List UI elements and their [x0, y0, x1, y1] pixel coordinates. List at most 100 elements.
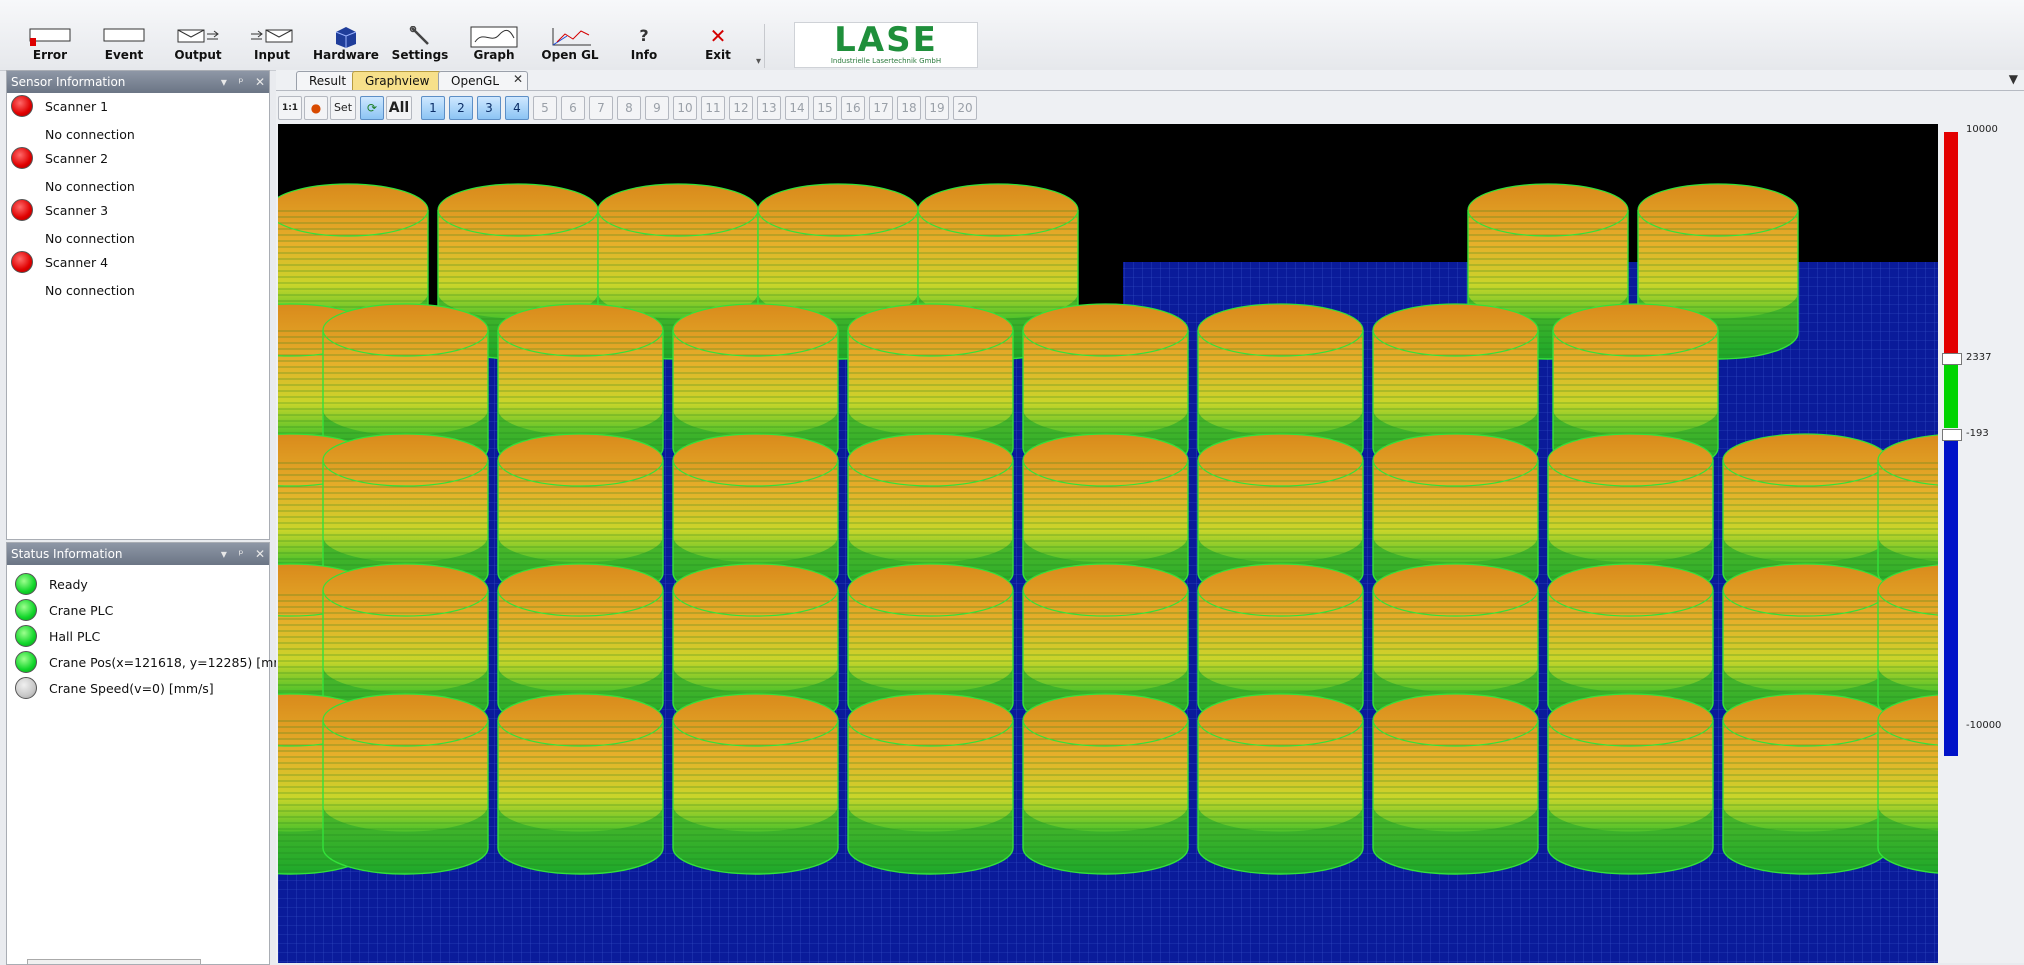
set-label: Set: [333, 101, 353, 114]
tab-close-icon[interactable]: ✕: [513, 72, 523, 86]
channel-button-16[interactable]: 16: [841, 96, 865, 120]
sensor-item-scanner-3: Scanner 3: [7, 199, 267, 223]
panel-controls: ▾ ᵖ ✕: [221, 71, 265, 93]
tab-list-dropdown-icon[interactable]: ▼: [2009, 72, 2018, 86]
status-label: Crane PLC: [49, 603, 114, 618]
channel-button-17[interactable]: 17: [869, 96, 893, 120]
scale-band-high: [1944, 132, 1958, 354]
status-item-crane-speed: Crane Speed(v=0) [mm/s]: [7, 677, 267, 701]
channel-button-13[interactable]: 13: [757, 96, 781, 120]
graphview-visualization[interactable]: [278, 124, 1938, 963]
sensor-item-scanner-1: Scanner 1: [7, 95, 267, 119]
graph-label: Graph: [473, 48, 515, 62]
logo-subtext: Industrielle Lasertechnik GmbH: [830, 57, 942, 65]
status-label: Ready: [49, 577, 88, 592]
all-button[interactable]: All: [386, 96, 412, 120]
error-monitor-icon: [14, 26, 86, 46]
color-scale: 10000 2337 -193 -10000: [1940, 124, 2024, 764]
refresh-button[interactable]: ⟳: [360, 96, 384, 120]
channel-label: 10: [677, 101, 693, 115]
status-dot-green-icon: [15, 599, 37, 621]
status-label: Crane Speed(v=0) [mm/s]: [49, 681, 214, 696]
channel-label: 12: [733, 101, 749, 115]
graph-button[interactable]: Graph: [458, 26, 530, 66]
channel-button-1[interactable]: 1: [421, 96, 445, 120]
toolbar-separator: [764, 24, 765, 68]
toolbar-overflow-icon[interactable]: ▾: [756, 56, 761, 67]
view-controls-bar: 1:1 ● Set ⟳ All 1 2 3 4 5 6 7 8 9 10 11 …: [276, 92, 2024, 122]
coil-shape: [322, 693, 489, 875]
opengl-button[interactable]: Open GL: [534, 26, 606, 66]
channel-button-5[interactable]: 5: [533, 96, 557, 120]
coil-shape: [1722, 693, 1889, 875]
channel-button-7[interactable]: 7: [589, 96, 613, 120]
panel-controls: ▾ ᵖ ✕: [221, 543, 265, 565]
palette-icon: ●: [310, 101, 322, 115]
output-label: Output: [174, 48, 222, 62]
settings-button[interactable]: Settings: [384, 25, 456, 66]
channel-button-15[interactable]: 15: [813, 96, 837, 120]
exit-button[interactable]: ✕ Exit: [682, 26, 754, 66]
channel-label: 9: [653, 101, 661, 115]
sensor-item-scanner-4: Scanner 4: [7, 251, 267, 275]
info-button[interactable]: ? Info: [608, 26, 680, 66]
channel-button-14[interactable]: 14: [785, 96, 809, 120]
scale-handle-lower[interactable]: [1942, 429, 1962, 441]
scale-handle-upper[interactable]: [1942, 353, 1962, 365]
channel-button-18[interactable]: 18: [897, 96, 921, 120]
status-dot-green-icon: [15, 625, 37, 647]
hardware-button[interactable]: Hardware: [310, 26, 382, 66]
channel-label: 8: [625, 101, 633, 115]
error-button[interactable]: Error: [14, 26, 86, 66]
status-label: Hall PLC: [49, 629, 101, 644]
channel-button-19[interactable]: 19: [925, 96, 949, 120]
channel-button-6[interactable]: 6: [561, 96, 585, 120]
close-icon[interactable]: ✕: [255, 75, 265, 89]
dropdown-icon[interactable]: ▾: [221, 547, 227, 561]
exit-label: Exit: [705, 48, 731, 62]
status-dot-red-icon: [11, 251, 33, 273]
set-button[interactable]: Set: [330, 96, 356, 120]
close-icon[interactable]: ✕: [255, 547, 265, 561]
channel-button-4[interactable]: 4: [505, 96, 529, 120]
sensor-panel-title: Sensor Information: [11, 75, 126, 89]
status-item-hall-plc: Hall PLC: [7, 625, 267, 649]
tab-result[interactable]: Result: [296, 71, 360, 90]
pin-icon[interactable]: ᵖ: [238, 547, 243, 561]
coil-shape: [847, 693, 1014, 875]
channel-button-11[interactable]: 11: [701, 96, 725, 120]
sensor-status: No connection: [45, 127, 135, 142]
scale-label-max: 10000: [1966, 124, 1998, 135]
color-palette-button[interactable]: ●: [304, 96, 328, 120]
event-button[interactable]: Event: [88, 26, 160, 66]
tab-result-label: Result: [309, 74, 347, 88]
coil-shape: [1022, 693, 1189, 875]
tab-opengl-label: OpenGL: [451, 74, 500, 88]
channel-label: 14: [789, 101, 805, 115]
channel-label: 17: [873, 101, 889, 115]
sensor-status: No connection: [45, 283, 135, 298]
channel-button-20[interactable]: 20: [953, 96, 977, 120]
opengl-label: Open GL: [541, 48, 599, 62]
panel-scrollbar[interactable]: [27, 959, 201, 964]
output-button[interactable]: Output: [162, 26, 234, 66]
settings-label: Settings: [391, 48, 449, 62]
channel-button-12[interactable]: 12: [729, 96, 753, 120]
event-monitor-icon: [88, 26, 160, 46]
channel-button-9[interactable]: 9: [645, 96, 669, 120]
channel-button-8[interactable]: 8: [617, 96, 641, 120]
hardware-label: Hardware: [313, 48, 379, 62]
pin-icon[interactable]: ᵖ: [238, 75, 243, 89]
input-button[interactable]: Input: [236, 26, 308, 66]
dropdown-icon[interactable]: ▾: [221, 75, 227, 89]
channel-button-2[interactable]: 2: [449, 96, 473, 120]
tab-graphview[interactable]: Graphview: [352, 71, 443, 90]
channel-button-3[interactable]: 3: [477, 96, 501, 120]
status-dot-green-icon: [15, 651, 37, 673]
info-label: Info: [630, 48, 658, 62]
sensor-status: No connection: [45, 179, 135, 194]
fit-1-1-button[interactable]: 1:1: [278, 96, 302, 120]
sensor-name: Scanner 4: [45, 255, 109, 270]
channel-button-10[interactable]: 10: [673, 96, 697, 120]
channel-label: 16: [845, 101, 861, 115]
